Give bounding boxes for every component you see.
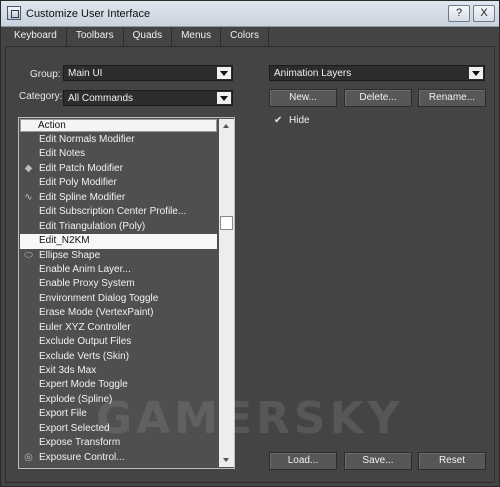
close-button[interactable]: X — [473, 5, 495, 22]
load-button[interactable]: Load... — [269, 452, 337, 470]
list-item[interactable]: ⬭ Ellipse Shape — [20, 249, 217, 263]
list-item[interactable]: Euler XYZ Controller — [20, 321, 217, 335]
group-dropdown[interactable]: Main UI — [63, 65, 233, 81]
chevron-down-icon[interactable] — [217, 67, 231, 79]
spline-icon: ∿ — [24, 191, 33, 203]
list-item-label: Enable Proxy System — [39, 278, 135, 290]
group-label: Group: — [30, 69, 61, 80]
list-item-label: Edit Poly Modifier — [39, 177, 117, 189]
scroll-up-icon[interactable] — [219, 119, 234, 133]
list-item[interactable]: Explode (Spline) — [20, 393, 217, 407]
tab-bar: Keyboard Toolbars Quads Menus Colors — [5, 28, 270, 48]
category-value: All Commands — [68, 93, 134, 104]
scroll-thumb[interactable] — [220, 216, 233, 230]
tab-menus[interactable]: Menus — [172, 28, 222, 46]
column-header-action[interactable]: Action — [20, 119, 217, 132]
list-item[interactable]: Enable Anim Layer... — [20, 263, 217, 277]
list-item[interactable]: Expose Transform — [20, 436, 217, 450]
rename-button[interactable]: Rename... — [418, 89, 486, 107]
list-item-label: Enable Anim Layer... — [39, 263, 131, 275]
layers-dropdown[interactable]: Animation Layers — [269, 65, 485, 81]
list-item[interactable]: Enable Proxy System — [20, 277, 217, 291]
list-item-label: Edit Patch Modifier — [39, 162, 123, 174]
layers-value: Animation Layers — [274, 68, 352, 79]
list-item-label: Expert Mode Toggle — [39, 379, 128, 391]
list-item[interactable]: Environment Dialog Toggle — [20, 292, 217, 306]
category-dropdown[interactable]: All Commands — [63, 90, 233, 106]
list-item-label: Edit Notes — [39, 148, 86, 160]
list-item[interactable]: ◎ Exposure Control... — [20, 451, 217, 465]
list-item-label: Edit Spline Modifier — [39, 191, 126, 203]
list-item-label: Euler XYZ Controller — [39, 321, 131, 333]
list-item[interactable]: Edit_N2KM — [20, 234, 217, 249]
list-item[interactable]: Edit Normals Modifier — [20, 133, 217, 147]
list-item-label: Export File — [39, 408, 87, 420]
list-item-label: Erase Mode (VertexPaint) — [39, 307, 154, 319]
action-list[interactable]: Action Edit Normals Modifier Edit Notes ◆ E… — [18, 117, 235, 469]
list-item-label: Exclude Output Files — [39, 336, 132, 348]
diamond-icon: ◆ — [24, 162, 33, 174]
list-item[interactable]: Edit Triangulation (Poly) — [20, 220, 217, 234]
list-item-label: Edit Subscription Center Profile... — [39, 206, 187, 218]
tab-colors[interactable]: Colors — [221, 28, 270, 46]
list-item[interactable]: Exit 3ds Max — [20, 364, 217, 378]
list-item-label: Edit Normals Modifier — [39, 134, 135, 145]
list-item[interactable]: Export Selected — [20, 422, 217, 436]
tab-toolbars[interactable]: Toolbars — [67, 28, 124, 46]
tab-keyboard[interactable]: Keyboard — [5, 28, 67, 46]
category-label: Category: — [19, 91, 63, 102]
list-item-label: Exclude Verts (Skin) — [39, 350, 130, 362]
list-item[interactable]: Exclude Verts (Skin) — [20, 350, 217, 364]
list-item-label: Ellipse Shape — [39, 249, 101, 261]
exposure-icon: ◎ — [24, 451, 33, 463]
list-item-label: Exposure Control... — [39, 451, 125, 463]
list-item-label: Edit Triangulation (Poly) — [39, 220, 146, 232]
list-item-label: Explode (Spline) — [39, 393, 113, 405]
list-item[interactable]: Edit Subscription Center Profile... — [20, 205, 217, 219]
list-item[interactable]: Edit Poly Modifier — [20, 176, 217, 190]
group-value: Main UI — [68, 68, 103, 79]
save-button[interactable]: Save... — [344, 452, 412, 470]
hide-label: Hide — [289, 115, 310, 126]
list-item-label: Environment Dialog Toggle — [39, 292, 159, 304]
chevron-down-icon[interactable] — [217, 92, 231, 104]
list-item-label: Edit_N2KM — [39, 235, 90, 247]
delete-button[interactable]: Delete... — [344, 89, 412, 107]
list-item[interactable]: Export File — [20, 407, 217, 421]
hide-checkbox[interactable]: ✔ — [274, 115, 282, 126]
app-window-icon — [7, 6, 21, 20]
chevron-down-icon[interactable] — [469, 67, 483, 79]
list-item[interactable]: Expert Mode Toggle — [20, 378, 217, 392]
action-rows: Edit Normals Modifier Edit Notes ◆ Edit Pat… — [20, 133, 217, 465]
title-bar[interactable]: Customize User Interface ? X — [1, 1, 499, 27]
list-scrollbar[interactable] — [219, 119, 234, 467]
tab-quads[interactable]: Quads — [124, 28, 173, 46]
list-item[interactable]: Exclude Output Files — [20, 335, 217, 349]
reset-button[interactable]: Reset — [418, 452, 486, 470]
list-item-label: Exit 3ds Max — [39, 365, 97, 376]
list-item[interactable]: ∿ Edit Spline Modifier — [20, 191, 217, 205]
customize-ui-dialog: Customize User Interface ? X Keyboard To… — [0, 0, 500, 487]
window-title: Customize User Interface — [26, 8, 151, 20]
list-item[interactable]: ◆ Edit Patch Modifier — [20, 162, 217, 176]
help-button[interactable]: ? — [448, 5, 470, 22]
list-item[interactable]: Edit Notes — [20, 147, 217, 161]
list-item-label: Expose Transform — [39, 437, 121, 449]
scroll-down-icon[interactable] — [219, 453, 234, 467]
ellipse-icon: ⬭ — [24, 249, 33, 261]
new-button[interactable]: New... — [269, 89, 337, 107]
list-item-label: Export Selected — [39, 422, 110, 434]
list-item[interactable]: Erase Mode (VertexPaint) — [20, 306, 217, 320]
